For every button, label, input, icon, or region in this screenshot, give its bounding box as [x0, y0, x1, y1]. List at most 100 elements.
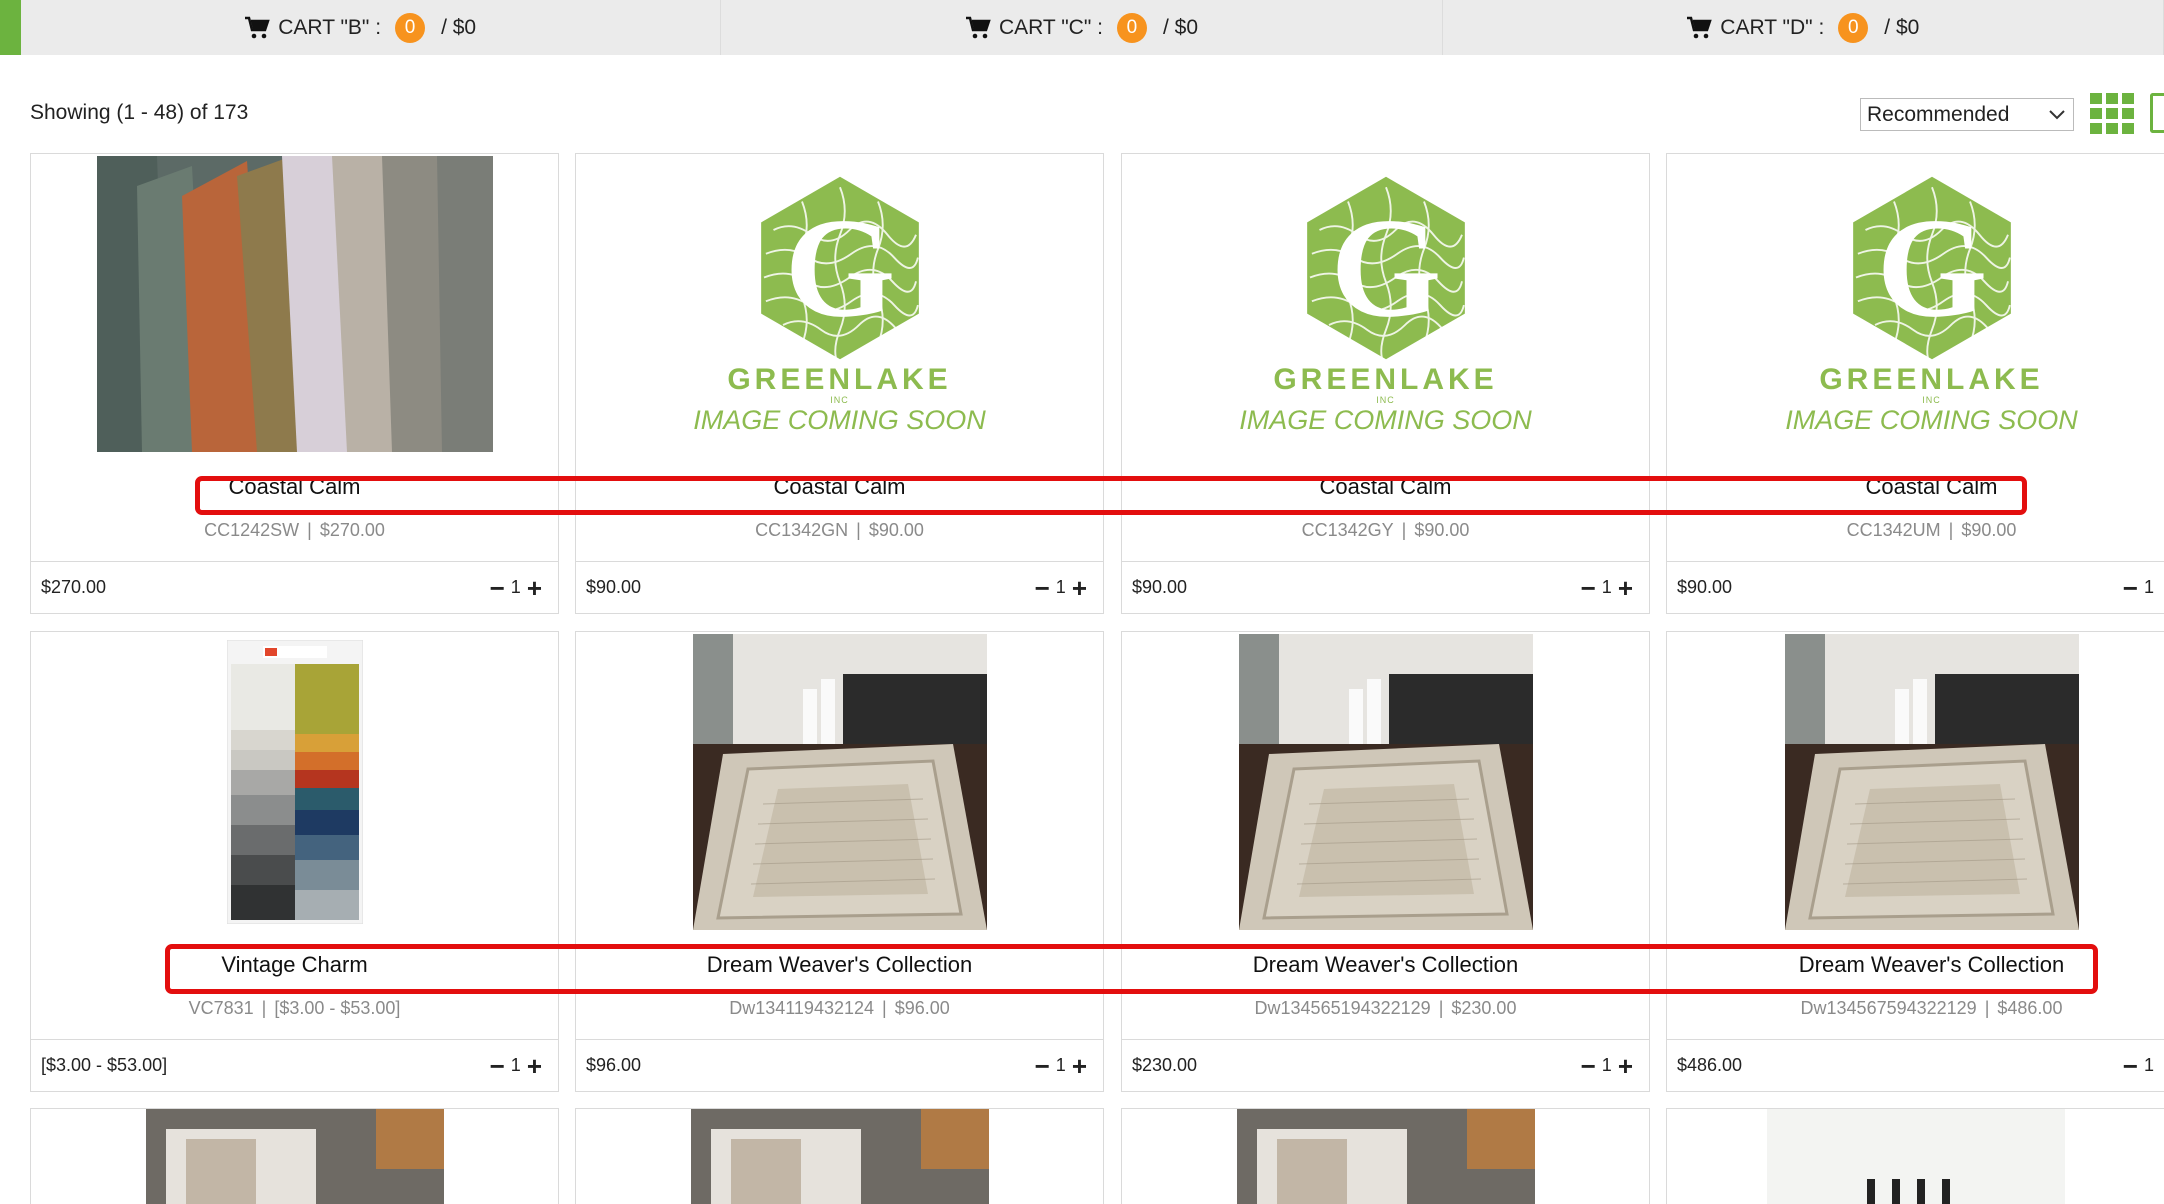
product-card[interactable]: GREENLAKE INC IMAGE COMING SOON Coastal …	[575, 153, 1104, 614]
color-sample-book-image	[226, 640, 363, 924]
greenlake-logo-icon	[1837, 173, 2027, 363]
quantity-value[interactable]: 1	[1602, 1055, 1612, 1076]
minus-icon[interactable]: −	[1035, 575, 1050, 601]
cart-total: / $0	[1162, 15, 1198, 39]
grid-cell	[2106, 93, 2118, 104]
product-sku-price: $486.00	[1997, 998, 2063, 1018]
list-view-button[interactable]	[2150, 93, 2164, 133]
plus-icon[interactable]: +	[1618, 1053, 1633, 1079]
product-sku: CC1342UM	[1846, 520, 1941, 540]
product-price: $270.00	[41, 577, 107, 597]
product-image[interactable]	[31, 632, 558, 932]
quantity-stepper[interactable]: −1	[2117, 1053, 2154, 1079]
product-sku-price: [$3.00 - $53.00]	[274, 998, 401, 1018]
quantity-stepper[interactable]: −1 +	[1029, 575, 1093, 601]
fabric-swatches-image	[96, 156, 493, 452]
quantity-stepper[interactable]: −1 +	[484, 1053, 548, 1079]
product-image[interactable]	[31, 154, 558, 454]
quantity-value[interactable]: 1	[2144, 577, 2154, 598]
quantity-value[interactable]: 1	[1602, 577, 1612, 598]
quantity-value[interactable]: 1	[511, 577, 521, 598]
grid-cell	[2090, 108, 2102, 119]
shopping-cart-icon	[245, 16, 270, 38]
product-footer: $486.00 −1	[1667, 1039, 2164, 1091]
product-image[interactable]: GREENLAKE INC IMAGE COMING SOON	[1667, 154, 2164, 454]
product-card[interactable]: GREENLAKE INC IMAGE COMING SOON Coastal …	[1666, 153, 2164, 614]
minus-icon[interactable]: −	[1581, 1053, 1596, 1079]
product-image[interactable]	[1667, 632, 2164, 932]
separator: |	[1948, 520, 1954, 540]
product-card[interactable]	[1121, 1108, 1650, 1204]
minus-icon[interactable]: −	[490, 1053, 505, 1079]
plus-icon[interactable]: +	[1072, 575, 1087, 601]
plus-icon[interactable]: +	[1618, 575, 1633, 601]
grid-view-button[interactable]	[2090, 93, 2134, 134]
product-card[interactable]	[1666, 1108, 2164, 1204]
greenlake-placeholder-logo: GREENLAKE INC IMAGE COMING SOON	[1785, 173, 2078, 436]
product-card[interactable]: Dream Weaver's Collection Dw134119432124…	[575, 631, 1104, 1092]
cart-bar-accent	[0, 0, 21, 55]
quantity-stepper[interactable]: −1 +	[1029, 1053, 1093, 1079]
product-image[interactable]	[576, 632, 1103, 932]
product-sku: CC1342GY	[1301, 520, 1394, 540]
product-image[interactable]: GREENLAKE INC IMAGE COMING SOON	[576, 154, 1103, 454]
greenlake-logo-icon	[745, 173, 935, 363]
plus-icon[interactable]: +	[527, 575, 542, 601]
product-card[interactable]: Vintage Charm VC7831 | [$3.00 - $53.00] [$…	[30, 631, 559, 1092]
product-price: [$3.00 - $53.00]	[41, 1055, 168, 1075]
product-card[interactable]	[30, 1108, 559, 1204]
rug-room-image	[1238, 634, 1533, 930]
minus-icon[interactable]: −	[2123, 575, 2138, 601]
quantity-value[interactable]: 1	[511, 1055, 521, 1076]
logo-placeholder-text: IMAGE COMING SOON	[1239, 404, 1532, 435]
separator: |	[1401, 520, 1407, 540]
minus-icon[interactable]: −	[2123, 1053, 2138, 1079]
quantity-stepper[interactable]: −1 +	[1575, 575, 1639, 601]
cart-c[interactable]: CART "C" : 0 / $0	[721, 0, 1443, 55]
product-sku-line: CC1342GN | $90.00	[576, 520, 1103, 541]
cart-label: CART "C" :	[998, 15, 1103, 39]
product-sku-price: $230.00	[1451, 998, 1517, 1018]
product-price: $486.00	[1677, 1055, 1743, 1075]
grid-view-icon	[2090, 93, 2102, 104]
cart-b[interactable]: CART "B" : 0 / $0	[0, 0, 722, 55]
cart-bar: CART "B" : 0 / $0 CART "C" : 0 / $0 CART…	[0, 0, 2164, 55]
product-card[interactable]: Dream Weaver's Collection Dw134565194322…	[1121, 631, 1650, 1092]
cart-total: / $0	[441, 15, 477, 39]
rug-room-image	[1784, 634, 2079, 930]
grid-cell	[2090, 123, 2102, 134]
product-price: $90.00	[586, 577, 642, 597]
grid-cell	[2122, 108, 2134, 119]
product-footer: $96.00 −1 +	[576, 1039, 1103, 1091]
separator: |	[307, 520, 312, 540]
logo-inc: INC	[1922, 394, 1941, 405]
product-card[interactable]: GREENLAKE INC IMAGE COMING SOON Coastal …	[1121, 153, 1650, 614]
product-sku-price: $90.00	[1414, 520, 1470, 540]
plus-icon[interactable]: +	[1072, 1053, 1087, 1079]
product-card[interactable]: Coastal Calm CC1242SW | $270.00 $270.00 −1…	[30, 153, 559, 614]
product-sku-price: $96.00	[894, 998, 950, 1018]
quantity-value[interactable]: 1	[1056, 577, 1066, 598]
product-image[interactable]	[1122, 632, 1649, 932]
cart-d[interactable]: CART "D" : 0 / $0	[1443, 0, 2164, 55]
product-card[interactable]	[575, 1108, 1104, 1204]
product-sku-price: $90.00	[868, 520, 924, 540]
quantity-stepper[interactable]: −1	[2117, 575, 2154, 601]
product-image[interactable]: GREENLAKE INC IMAGE COMING SOON	[1122, 154, 1649, 454]
product-sku: Dw134119432124	[729, 998, 875, 1018]
product-sku-price: $270.00	[319, 520, 385, 540]
quantity-value[interactable]: 1	[1056, 1055, 1066, 1076]
separator: |	[261, 998, 267, 1018]
product-sku: Dw134565194322129	[1254, 998, 1431, 1018]
quantity-stepper[interactable]: −1 +	[1575, 1053, 1639, 1079]
minus-icon[interactable]: −	[490, 575, 505, 601]
minus-icon[interactable]: −	[1035, 1053, 1050, 1079]
product-card[interactable]: Dream Weaver's Collection Dw134567594322…	[1666, 631, 2164, 1092]
sort-select[interactable]: Recommended	[1860, 98, 2074, 131]
minus-icon[interactable]: −	[1581, 575, 1596, 601]
results-count: Showing (1 - 48) of 173	[30, 101, 249, 124]
plus-icon[interactable]: +	[527, 1053, 542, 1079]
quantity-stepper[interactable]: −1 +	[484, 575, 548, 601]
quantity-value[interactable]: 1	[2144, 1055, 2154, 1076]
highlight-box-row1	[195, 476, 2027, 515]
